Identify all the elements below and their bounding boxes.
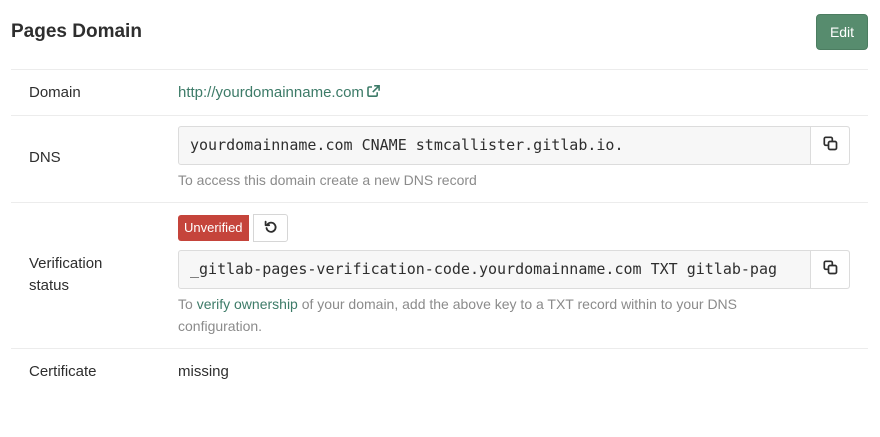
- divider: [11, 69, 868, 70]
- divider: [11, 348, 868, 349]
- verify-ownership-link[interactable]: verify ownership: [197, 296, 298, 312]
- domain-link[interactable]: http://yourdomainname.com: [178, 82, 381, 105]
- external-link-icon: [366, 83, 381, 105]
- verification-help-text: To verify ownership of your domain, add …: [178, 296, 737, 312]
- verification-record-group: _gitlab-pages-verification-code.yourdoma…: [178, 250, 850, 289]
- verification-label-line1: Verification: [29, 255, 103, 272]
- copy-icon: [822, 135, 838, 156]
- dns-help-text: To access this domain create a new DNS r…: [178, 172, 477, 188]
- edit-button[interactable]: Edit: [816, 14, 868, 50]
- verification-record-field[interactable]: _gitlab-pages-verification-code.yourdoma…: [179, 251, 810, 288]
- page-title: Pages Domain: [11, 21, 142, 42]
- certificate-value: missing: [178, 363, 229, 380]
- retry-icon: [264, 220, 278, 237]
- pages-domain-page: Pages Domain Edit Domain http://yourdoma…: [0, 0, 880, 437]
- divider: [11, 115, 868, 116]
- domain-url: http://yourdomainname.com: [178, 84, 364, 101]
- verification-label-line2: status: [29, 277, 70, 294]
- domain-label: Domain: [29, 84, 81, 101]
- dns-record-field[interactable]: yourdomainname.com CNAME stmcallister.gi…: [179, 127, 810, 164]
- copy-icon: [822, 259, 838, 280]
- divider: [11, 202, 868, 203]
- unverified-badge: Unverified: [178, 215, 249, 241]
- certificate-label: Certificate: [29, 363, 97, 380]
- copy-verification-button[interactable]: [810, 251, 849, 288]
- retry-verification-button[interactable]: [253, 214, 288, 242]
- dns-label: DNS: [29, 149, 61, 166]
- verification-help-text-line2: configuration.: [178, 318, 263, 334]
- copy-dns-button[interactable]: [810, 127, 849, 164]
- dns-record-group: yourdomainname.com CNAME stmcallister.gi…: [178, 126, 850, 165]
